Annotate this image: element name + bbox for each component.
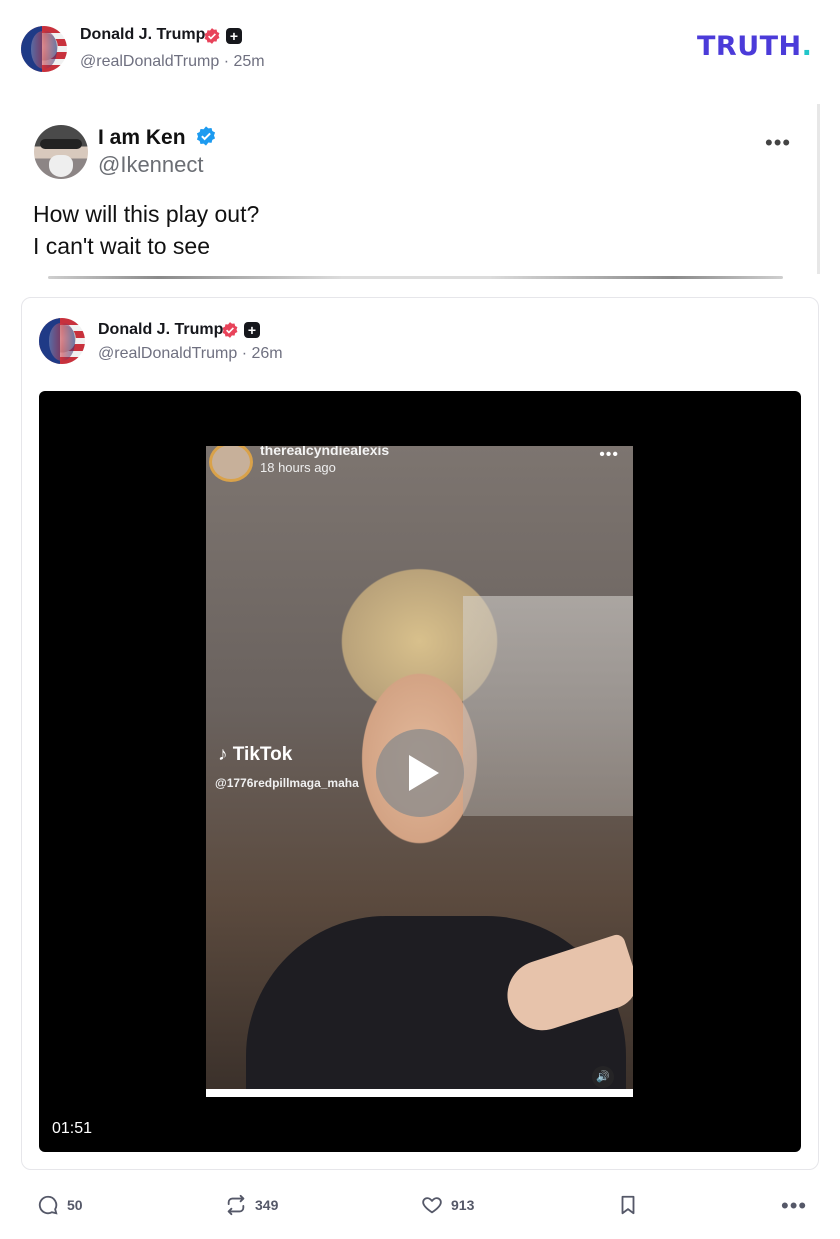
thumbnail-progress-bar — [206, 1089, 633, 1097]
tweet-author-avatar — [34, 125, 88, 179]
overlay-avatar — [209, 446, 253, 482]
speaker-icon: 🔊 — [592, 1066, 614, 1088]
overlay-time: 18 hours ago — [260, 460, 336, 475]
heart-icon — [422, 1197, 442, 1214]
brand-text: TRUTH — [697, 31, 802, 62]
tiktok-handle: @1776redpillmaga_maha — [215, 776, 359, 790]
plus-badge-icon: + — [226, 28, 242, 44]
tweet-verified-icon — [197, 126, 216, 146]
tweet-text-line: I can't wait to see — [33, 233, 210, 259]
truth-logo: TRUTH. — [697, 31, 812, 62]
action-bar: 50 349 913 ••• — [0, 1180, 840, 1230]
quote-author-name[interactable]: Donald J. Trump — [98, 321, 223, 339]
comment-icon — [38, 1195, 58, 1215]
tweet-author-name: I am Ken — [98, 126, 186, 149]
author-avatar[interactable] — [21, 26, 67, 72]
author-name[interactable]: Donald J. Trump — [80, 26, 205, 44]
post-time: 25m — [233, 53, 265, 70]
like-button[interactable]: 913 — [421, 1193, 474, 1217]
bookmark-button[interactable] — [617, 1193, 639, 1217]
embedded-tweet-image[interactable]: I am Ken @Ikennect ••• How will this pla… — [20, 100, 820, 282]
tweet-author-handle: @Ikennect — [98, 152, 204, 177]
reply-count: 50 — [67, 1197, 83, 1213]
brand-dot: . — [801, 31, 813, 62]
separator: · — [223, 53, 234, 70]
tweet-author-name-row: I am Ken — [98, 125, 217, 150]
tweet-more-icon: ••• — [765, 130, 792, 155]
quote-handle-time[interactable]: @realDonaldTrump · 26m — [98, 345, 283, 363]
more-options-icon[interactable]: ••• — [781, 1193, 807, 1219]
quote-post-time: 26m — [251, 345, 283, 362]
tweet-right-edge — [817, 104, 820, 274]
retruth-button[interactable]: 349 — [225, 1193, 278, 1217]
thumbnail-background — [463, 596, 633, 816]
tweet-text-line: How will this play out? — [33, 201, 260, 227]
tweet-media-edge — [48, 276, 783, 279]
tiktok-watermark: ♪ TikTok — [218, 744, 293, 765]
retruth-count: 349 — [255, 1197, 279, 1213]
tiktok-label: TikTok — [232, 744, 293, 765]
separator: · — [241, 345, 252, 362]
verified-badge-icon — [204, 28, 220, 44]
overlay-username: therealcyndiealexis — [260, 446, 390, 458]
like-count: 913 — [451, 1197, 475, 1213]
quote-plus-badge-icon: + — [244, 322, 260, 338]
quote-verified-badge-icon — [222, 322, 238, 338]
video-duration: 01:51 — [52, 1120, 93, 1137]
overlay-more-icon: ••• — [599, 446, 619, 463]
repost-icon — [227, 1194, 245, 1216]
play-button[interactable] — [376, 729, 464, 817]
reply-button[interactable]: 50 — [37, 1193, 83, 1217]
quote-author-avatar[interactable] — [39, 318, 85, 364]
bookmark-icon — [621, 1195, 635, 1215]
quote-author-handle: @realDonaldTrump — [98, 345, 238, 362]
tweet-text: How will this play out? I can't wait to … — [33, 198, 259, 262]
author-handle: @realDonaldTrump — [80, 53, 220, 70]
author-handle-time[interactable]: @realDonaldTrump · 25m — [80, 53, 265, 71]
video-player[interactable]: therealcyndiealexis 18 hours ago ••• ♪ T… — [39, 391, 801, 1152]
